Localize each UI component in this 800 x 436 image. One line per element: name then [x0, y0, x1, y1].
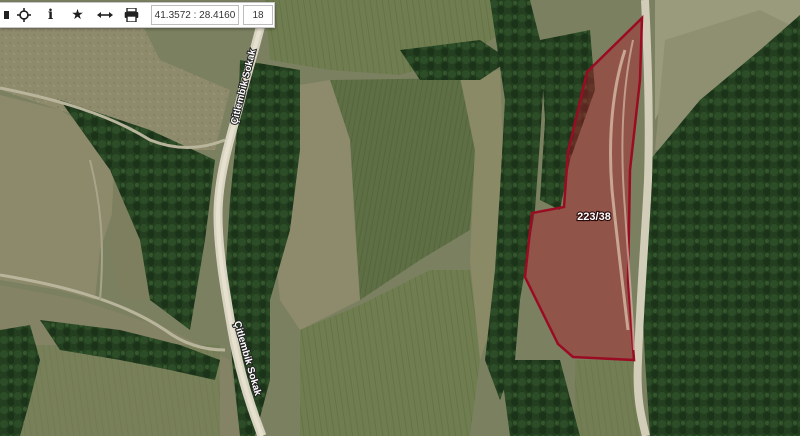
- favorite-button[interactable]: ★: [64, 3, 91, 27]
- partial-icon[interactable]: [0, 3, 10, 27]
- info-icon: i: [47, 7, 54, 23]
- locate-button[interactable]: [10, 3, 37, 27]
- parcel-label: 223/38: [577, 211, 611, 223]
- zoom-level: 18: [243, 5, 273, 25]
- info-button[interactable]: i: [37, 3, 64, 27]
- horizontal-arrows-icon: [96, 10, 113, 20]
- printer-icon: [124, 8, 139, 22]
- satellite-map[interactable]: 223/38 Çitlembik Sokak Çitlembik Sokak: [0, 0, 800, 436]
- map-toolbar: i ★ 41.3572 : 28.4160 18: [0, 2, 275, 28]
- coordinates-display: 41.3572 : 28.4160: [151, 5, 239, 25]
- strip-below-parcel: [575, 360, 640, 436]
- crosshair-icon: [16, 8, 31, 22]
- print-button[interactable]: [118, 3, 145, 27]
- measure-button[interactable]: [91, 3, 118, 27]
- star-icon: ★: [71, 7, 84, 23]
